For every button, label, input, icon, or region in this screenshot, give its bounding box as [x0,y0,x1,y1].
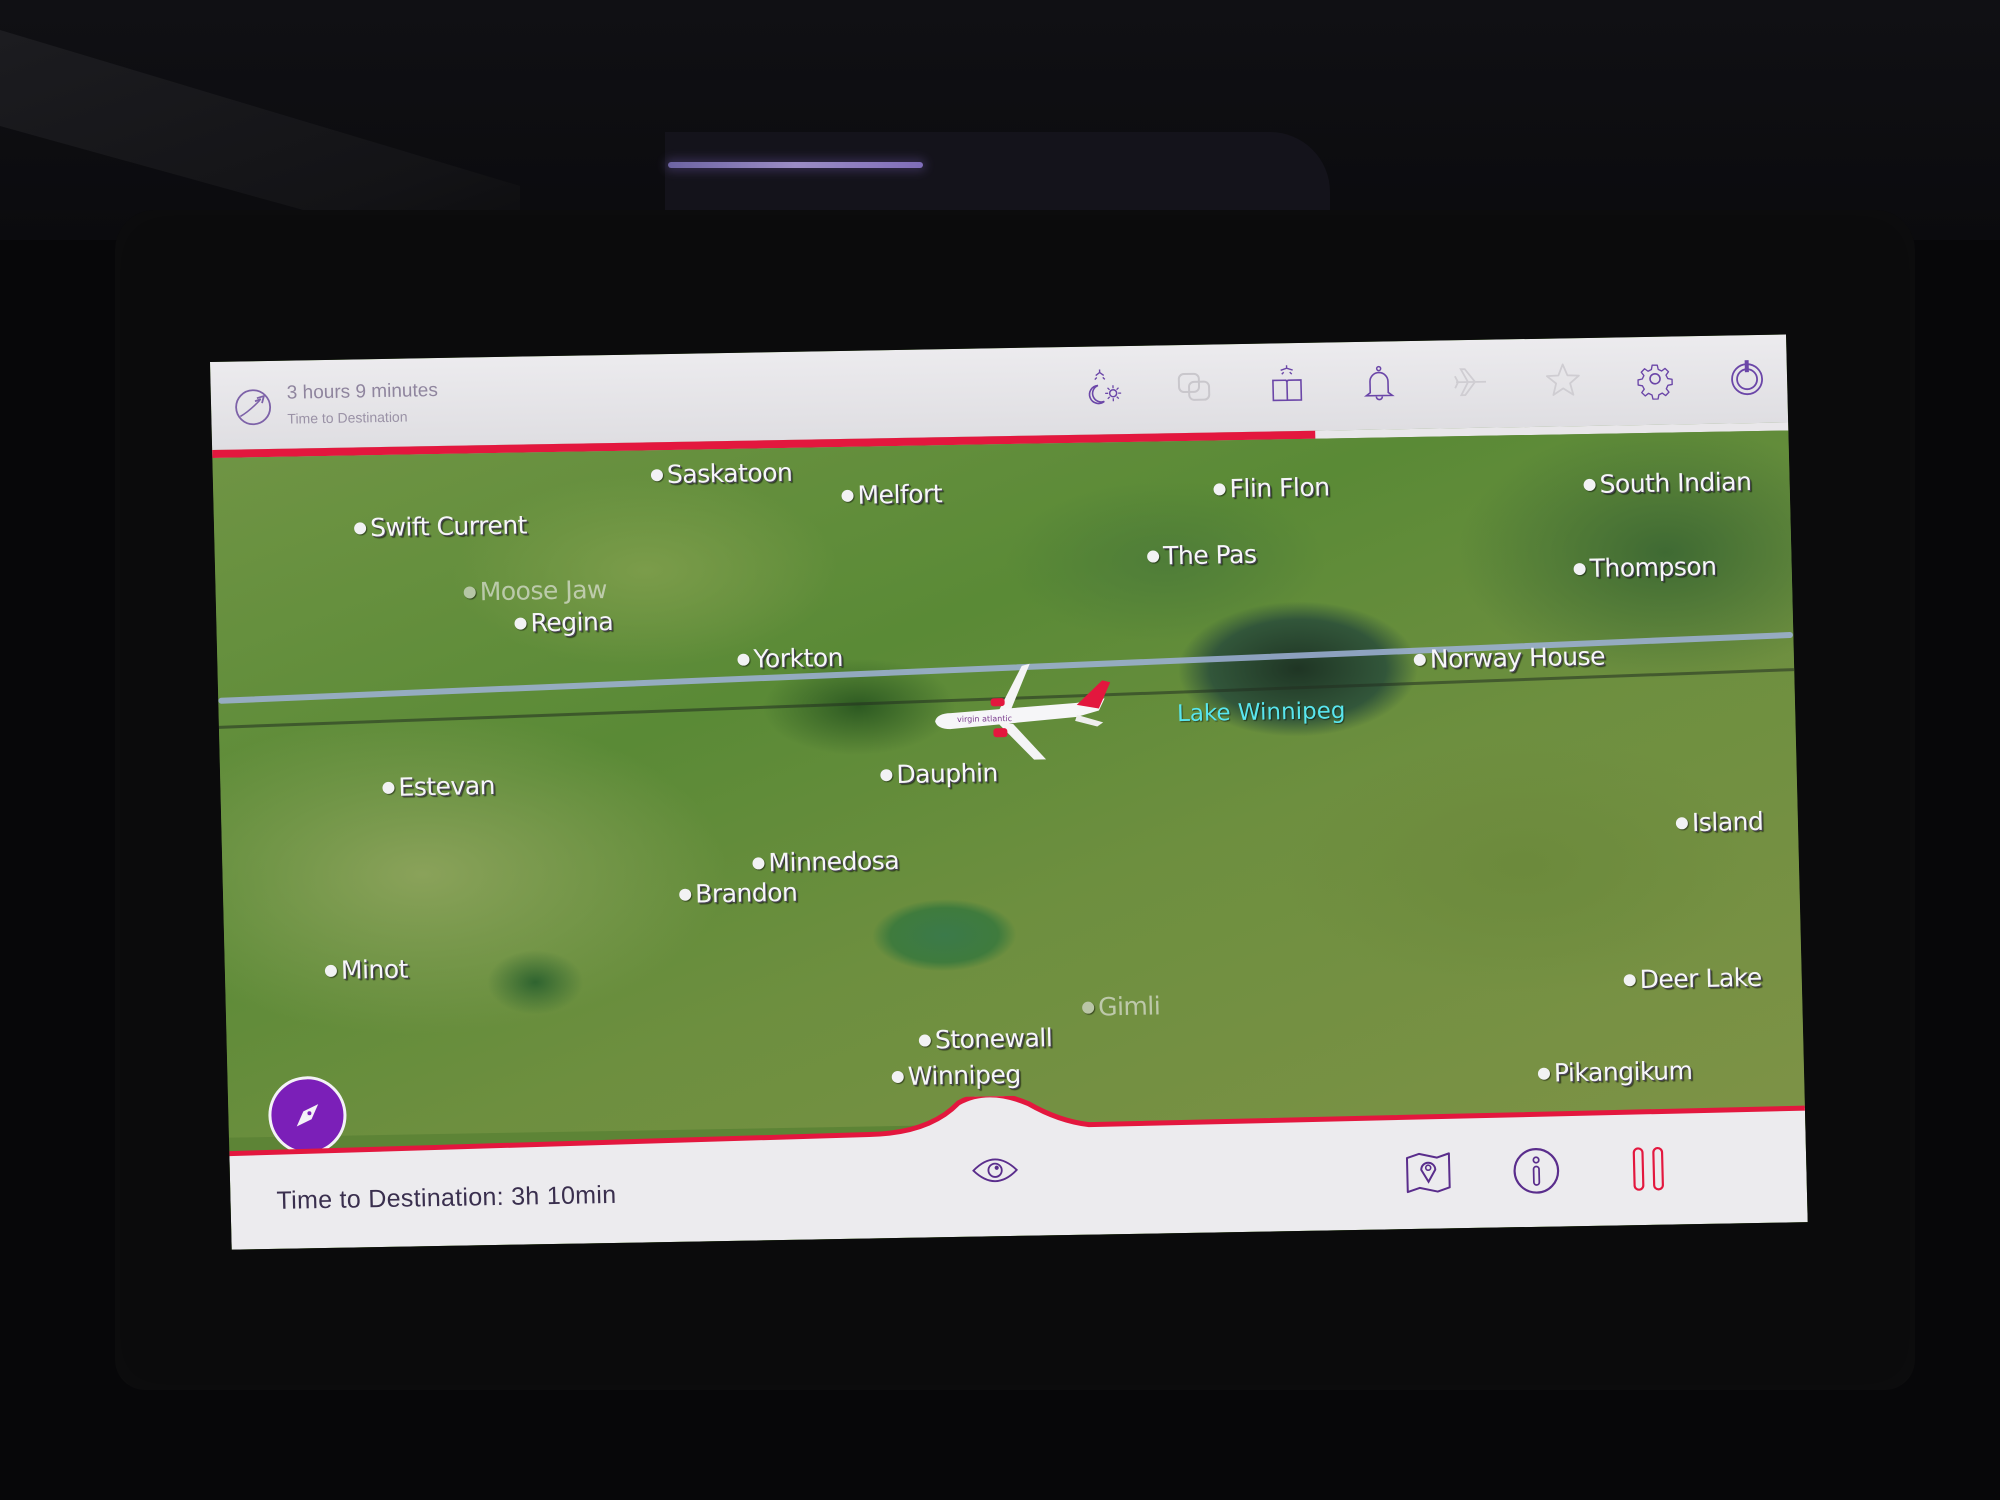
city-name: Brandon [694,877,798,909]
pause-button[interactable] [1620,1140,1677,1197]
city-name: Pikangikum [1553,1056,1693,1088]
city-name: Island [1691,806,1764,838]
city-label: Yorkton [737,643,843,674]
city-label: Minot [324,954,409,985]
city-name: Winnipeg [907,1059,1021,1091]
power-icon [1731,360,1763,396]
city-name: Stonewall [934,1023,1053,1055]
aircraft-icon: virgin atlantic [935,663,1111,760]
city-name: Flin Flon [1229,472,1330,504]
city-label: Deer Lake [1623,963,1762,994]
city-label: Island [1675,806,1764,838]
svg-text:virgin atlantic: virgin atlantic [957,714,1012,724]
flight-progress-icon [233,387,274,428]
city-dot [650,468,664,481]
city-dot [1213,482,1226,495]
inflight-map-screen: 3 hours 9 minutes Time to Destination Sa… [210,334,1808,1250]
city-name: Saskatoon [666,457,793,490]
city-name: The Pas [1162,539,1257,571]
eye-icon [972,1158,1019,1183]
city-dot [1573,562,1586,575]
city-dot [1081,1001,1095,1014]
city-dot [1623,973,1636,986]
city-dot [918,1033,932,1047]
city-dot [891,1070,904,1083]
city-name: Thompson [1589,551,1717,583]
city-label: Brandon [679,878,798,909]
city-label: Norway House [1413,642,1605,674]
city-dot [752,856,765,870]
city-dot [679,888,692,901]
city-name: Regina [530,606,614,638]
city-label: Flin Flon [1213,472,1330,503]
day-night-button[interactable] [1080,364,1129,413]
city-label: South Indian [1583,467,1752,499]
city-label: Pikangikum [1537,1056,1693,1088]
city-name: Norway House [1429,641,1606,674]
settings-gear-icon [1637,364,1673,400]
cabin-mood-light [668,162,923,168]
city-dot [737,653,750,666]
city-name: Deer Lake [1639,962,1763,995]
city-dot [1537,1067,1551,1080]
city-label: Melfort [841,479,942,510]
city-label: Winnipeg [891,1060,1021,1091]
power-button[interactable] [1722,353,1771,402]
reading-light-button[interactable] [1262,361,1311,410]
call-attendant-bell-icon [1363,365,1395,401]
city-name: Swift Current [369,510,528,543]
flight-icon [1454,368,1487,397]
favorites-button[interactable] [1538,356,1587,405]
city-label-faded: Gimli [1081,991,1161,1022]
map-view-button[interactable] [1400,1144,1457,1201]
city-label: Minnedosa [752,846,899,878]
reading-light-icon [1272,365,1303,402]
info-icon [1513,1148,1560,1194]
city-dot [880,768,893,781]
city-label-faded: Moose Jaw [463,575,607,606]
city-dot [1675,816,1689,829]
city-dot [324,964,338,977]
city-name: South Indian [1599,467,1752,499]
city-name: Yorkton [753,642,844,674]
city-dot [1146,549,1160,563]
city-label: Estevan [382,771,495,802]
city-name: Minnedosa [768,845,900,878]
city-dot [463,585,476,599]
eta-secondary: Time to Destination [287,408,408,427]
moving-map[interactable]: Saskatoon Melfort Flin Flon South Indian… [212,430,1805,1155]
city-label: Swift Current [353,510,528,543]
city-name: Estevan [398,771,496,802]
city-label: The Pas [1146,539,1257,571]
city-name: Moose Jaw [479,575,608,607]
info-button[interactable] [1508,1142,1565,1199]
city-dot [382,781,395,794]
city-name: Gimli [1097,991,1161,1022]
city-dot [1583,478,1596,491]
multi-screen-icon [1177,372,1211,401]
view-mode-button[interactable] [966,1142,1023,1199]
eta-primary: 3 hours 9 minutes [286,380,439,404]
city-dot [514,616,527,630]
city-label: Regina [514,607,613,638]
city-dot [1413,653,1426,666]
city-name: Melfort [857,479,943,510]
city-name: Minot [340,954,409,985]
day-night-icon [1088,369,1122,405]
city-dot [841,489,854,502]
city-label: Saskatoon [650,457,793,490]
call-attendant-button[interactable] [1354,359,1403,408]
time-to-destination: Time to Destination: 3h 10min [276,1180,617,1215]
city-label: Stonewall [918,1023,1053,1055]
flight-info-button[interactable] [1446,358,1495,407]
favorites-star-icon [1546,363,1580,396]
pause-icon [1632,1146,1664,1191]
water-label-lake-winnipeg: Lake Winnipeg [1176,698,1346,728]
multi-screen-button[interactable] [1170,362,1219,411]
settings-button[interactable] [1630,354,1679,403]
city-dot [353,521,367,534]
city-label: Thompson [1573,552,1717,583]
map-pin-icon [1405,1152,1451,1194]
